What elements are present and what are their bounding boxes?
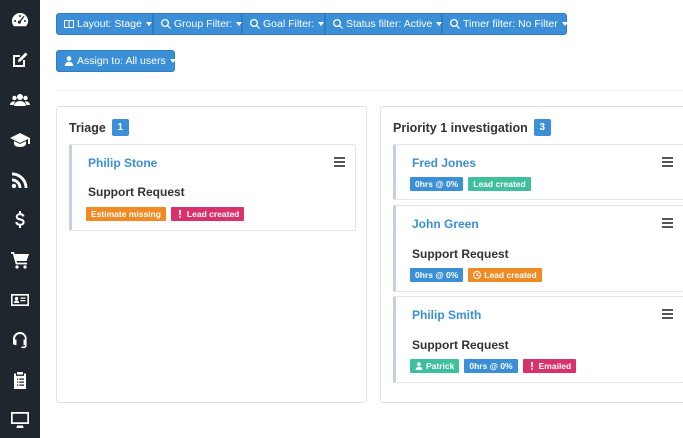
clock-icon [473, 271, 482, 279]
search-icon [333, 19, 343, 29]
users-icon [10, 94, 30, 106]
sidebar-item-billing[interactable] [0, 200, 40, 240]
graduation-cap-icon [10, 133, 30, 147]
exclamation-icon [176, 210, 184, 218]
timer-filter-label: Timer filter: No Filter [463, 18, 558, 30]
timer-filter-chevron-down-icon [561, 22, 568, 26]
layout-button[interactable]: Layout: Stage [56, 13, 153, 35]
columns-icon [64, 19, 74, 29]
assign-to-button[interactable]: Assign to: All users [56, 50, 176, 72]
id-card-icon [11, 294, 29, 306]
lead-subject: Support Request [412, 338, 509, 352]
lead-name-link[interactable]: Fred Jones [412, 156, 476, 170]
lead-name-link[interactable]: Philip Smith [412, 308, 481, 322]
hours-progress-badge: 0hrs @ 0% [464, 359, 518, 373]
lead-subject: Support Request [88, 185, 185, 199]
edit-icon [13, 52, 28, 67]
app-root: Layout: Stage Group Filter: Goal Filter:… [0, 0, 683, 438]
lead-subject: Support Request [412, 247, 509, 261]
assign-to-chevron-down-icon [169, 59, 176, 63]
card-menu-icon[interactable] [662, 309, 673, 319]
lead-card[interactable]: Philip Smith Support Request Patrick 0hr… [393, 296, 683, 383]
lead-created-badge: Lead created [170, 207, 245, 221]
column-title: Triage [69, 120, 106, 135]
search-icon [250, 19, 260, 29]
toolbar-divider [56, 90, 683, 91]
group-filter-label: Group Filter: [174, 18, 233, 30]
clipboard-icon [14, 372, 26, 389]
timer-filter-button[interactable]: Timer filter: No Filter [442, 13, 568, 35]
lead-badges: Estimate missing Lead created [86, 207, 245, 221]
headset-icon [13, 332, 27, 349]
lead-created-badge: Lead created [468, 177, 531, 191]
hours-progress-badge: 0hrs @ 0% [410, 177, 464, 191]
sidebar-item-users[interactable] [0, 80, 40, 120]
search-icon [450, 19, 460, 29]
assignee-badge: Patrick [410, 359, 460, 373]
estimate-missing-badge: Estimate missing [86, 207, 166, 221]
lead-card[interactable]: Philip Stone Support Request Estimate mi… [69, 144, 356, 231]
column-header: Priority 1 investigation 3 [393, 119, 551, 136]
exclamation-icon [528, 362, 536, 370]
sidebar-item-shop[interactable] [0, 240, 40, 280]
lead-card[interactable]: Fred Jones 0hrs @ 0% Lead created [393, 144, 683, 200]
layout-chevron-down-icon [145, 22, 152, 26]
assign-to-label: Assign to: All users [77, 55, 166, 67]
stage-column-triage: Triage 1 Philip Stone Support Request Es… [56, 106, 367, 403]
group-filter-button[interactable]: Group Filter: [153, 13, 243, 35]
lead-card[interactable]: John Green Support Request 0hrs @ 0% Lea… [393, 205, 683, 292]
lead-name-link[interactable]: Philip Stone [88, 156, 157, 170]
rss-icon [11, 172, 28, 189]
lead-badges: Patrick 0hrs @ 0% Emailed [410, 359, 577, 373]
sidebar-item-training[interactable] [0, 120, 40, 160]
status-filter-label: Status filter: Active [346, 18, 433, 30]
column-count-badge: 3 [533, 119, 551, 136]
card-menu-icon[interactable] [662, 218, 673, 228]
goal-filter-button[interactable]: Goal Filter: [242, 13, 325, 35]
card-menu-icon[interactable] [662, 157, 673, 167]
goal-filter-chevron-down-icon [318, 22, 325, 26]
column-title: Priority 1 investigation [393, 120, 528, 135]
sidebar-item-tasks[interactable] [0, 360, 40, 400]
sidebar-item-support[interactable] [0, 320, 40, 360]
status-filter-button[interactable]: Status filter: Active [325, 13, 443, 35]
lead-created-badge: Lead created [468, 268, 542, 282]
emailed-badge: Emailed [522, 359, 577, 373]
search-icon [161, 19, 171, 29]
stage-column-priority-1-investigation: Priority 1 investigation 3 Fred Jones 0h… [380, 106, 683, 403]
sidebar-item-dashboard[interactable] [0, 0, 40, 40]
goal-filter-label: Goal Filter: [263, 18, 315, 30]
sidebar [0, 0, 40, 438]
sidebar-item-display[interactable] [0, 400, 40, 438]
layout-label: Layout: Stage [77, 18, 142, 30]
card-menu-icon[interactable] [334, 157, 345, 167]
column-header: Triage 1 [69, 119, 129, 136]
hours-progress-badge: 0hrs @ 0% [410, 268, 464, 282]
dollar-icon [15, 211, 25, 228]
lead-badges: 0hrs @ 0% Lead created [410, 177, 531, 191]
monitor-icon [11, 412, 29, 428]
sidebar-item-feed[interactable] [0, 160, 40, 200]
user-icon [64, 56, 74, 66]
lead-badges: 0hrs @ 0% Lead created [410, 268, 542, 282]
sidebar-item-edit[interactable] [0, 40, 40, 80]
lead-name-link[interactable]: John Green [412, 217, 479, 231]
dashboard-icon [12, 12, 29, 27]
cart-icon [11, 252, 29, 269]
user-icon [415, 362, 423, 370]
column-count-badge: 1 [111, 119, 129, 136]
sidebar-item-contacts[interactable] [0, 280, 40, 320]
